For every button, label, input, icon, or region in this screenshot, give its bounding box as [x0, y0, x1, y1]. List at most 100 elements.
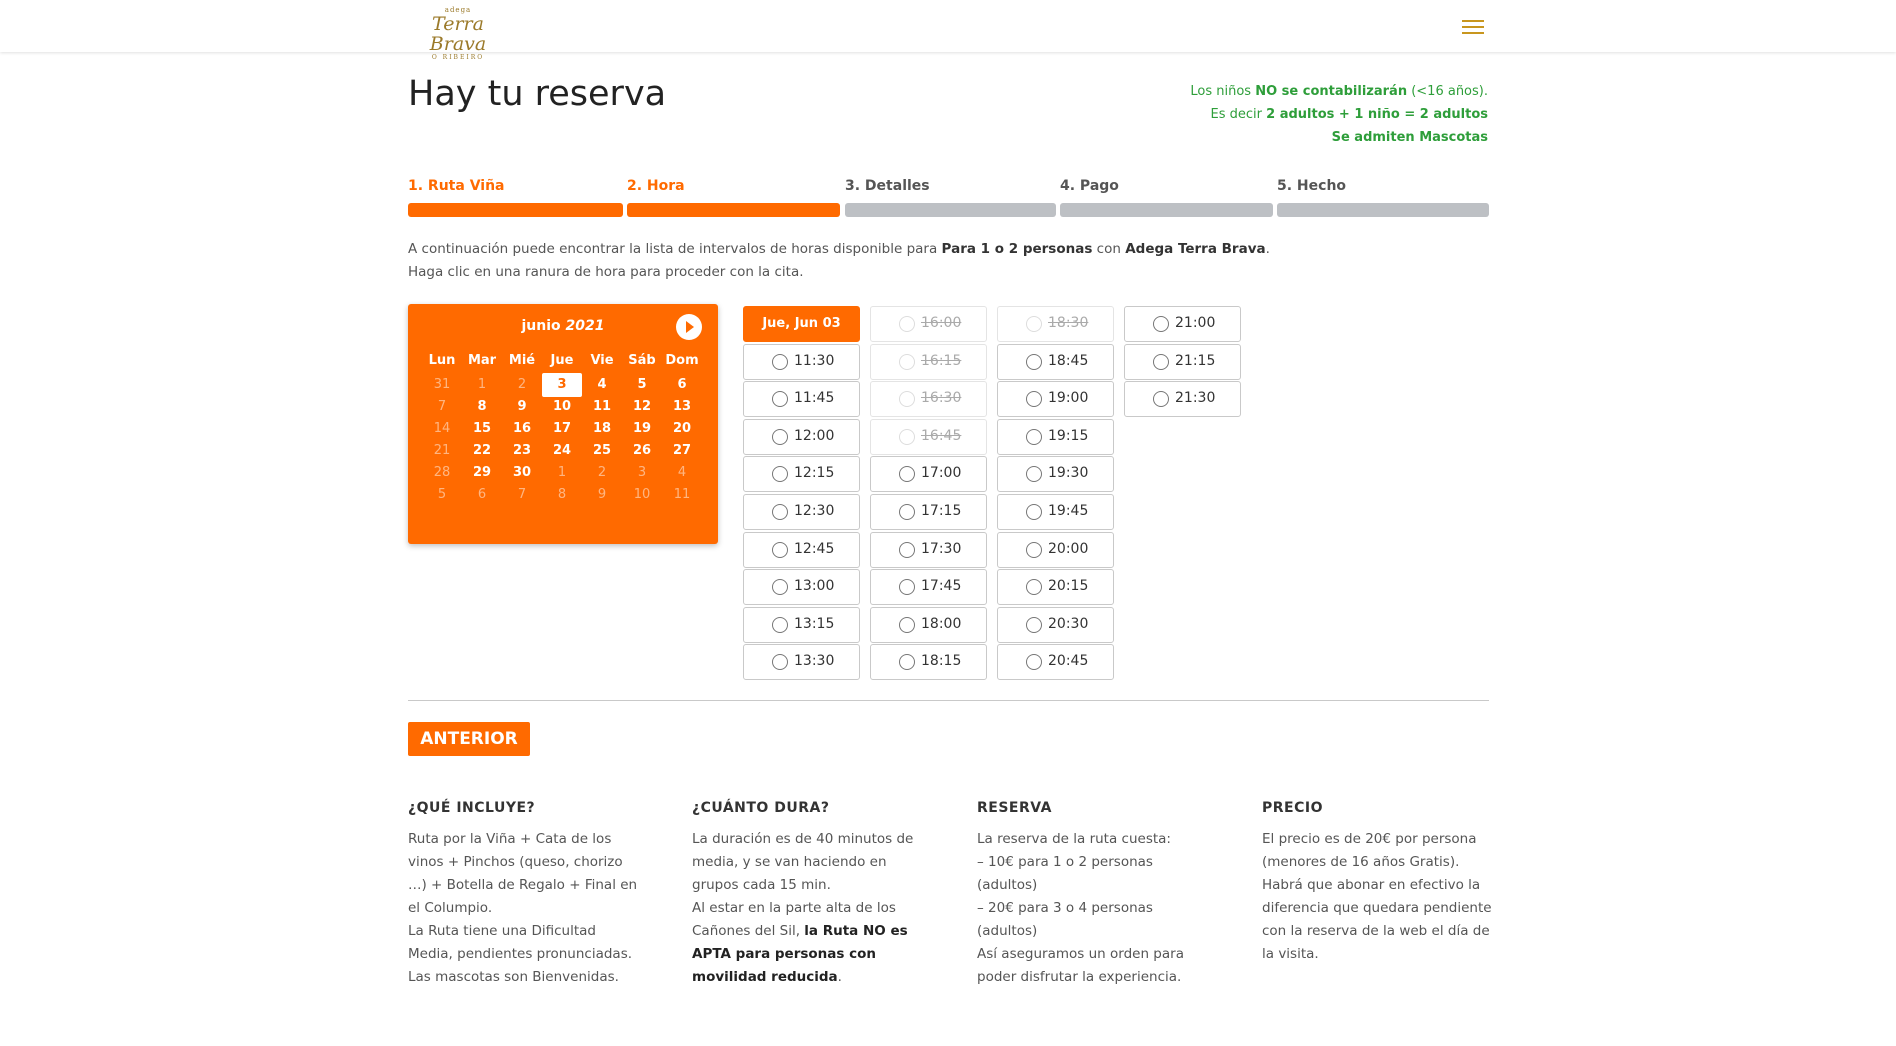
calendar-day[interactable]: 24 [542, 440, 582, 462]
time-slot-1845[interactable]: 18:45 [997, 343, 1114, 380]
next-month-icon[interactable] [676, 314, 702, 340]
time-slot-1130[interactable]: 11:30 [743, 343, 860, 380]
logo-main-text: Terra Brava [429, 13, 487, 55]
info-line: (menores de 16 años Gratis). [1262, 854, 1460, 870]
calendar-day[interactable]: 20 [662, 418, 702, 440]
info-line: La duración es de 40 minutos de [692, 831, 914, 847]
calendar-day[interactable]: 30 [502, 462, 542, 484]
time-slot-2045[interactable]: 20:45 [997, 644, 1114, 681]
calendar-day[interactable]: 13 [662, 396, 702, 418]
calendar-day[interactable]: 8 [462, 396, 502, 418]
time-slot-1145[interactable]: 11:45 [743, 381, 860, 418]
calendar-day: 10 [633, 487, 651, 502]
slot-time: 19:15 [1048, 427, 1089, 444]
previous-button[interactable]: ANTERIOR [408, 722, 530, 756]
time-slot-1330[interactable]: 13:30 [743, 644, 860, 681]
hamburger-menu-icon[interactable] [1462, 16, 1484, 34]
pets-notice: Se admiten Mascotas [1331, 130, 1488, 145]
calendar-day[interactable]: 23 [502, 440, 542, 462]
radio-icon [772, 579, 788, 596]
radio-icon [1026, 391, 1042, 408]
radio-icon [772, 466, 788, 483]
time-slot-2030[interactable]: 20:30 [997, 606, 1114, 643]
info-reserva: RESERVA La reserva de la ruta cuesta: – 1… [977, 800, 1207, 989]
calendar-day[interactable]: 19 [622, 418, 662, 440]
slot-time: 17:30 [921, 540, 962, 557]
time-slot-2015[interactable]: 20:15 [997, 569, 1114, 606]
time-slot-1715[interactable]: 17:15 [870, 494, 987, 530]
calendar-day[interactable]: 15 [462, 418, 502, 440]
site-logo[interactable]: adega Terra Brava O RIBEIRO [412, 6, 504, 61]
info-line: diferencia que quedara pendiente [1262, 900, 1492, 916]
radio-icon [772, 616, 788, 633]
calendar-day[interactable]: 6 [662, 374, 702, 396]
time-slot-1945[interactable]: 19:45 [997, 494, 1114, 530]
time-slot-1730[interactable]: 17:30 [870, 531, 987, 568]
notice-text: Los niños [1190, 84, 1256, 99]
calendar-grid: Lun Mar Mié Jue Vie Sáb Dom 31 1 2 3 4 5 6 7 8 9 10 11 12 13… [422, 348, 704, 506]
calendar-day[interactable]: 29 [462, 462, 502, 484]
radio-icon [899, 391, 915, 408]
calendar-day[interactable]: 5 [622, 374, 662, 396]
radio-icon [899, 616, 915, 633]
time-slot-1915[interactable]: 19:15 [997, 418, 1114, 455]
calendar-day[interactable]: 25 [582, 440, 622, 462]
radio-icon [772, 353, 788, 370]
calendar-day[interactable]: 12 [622, 396, 662, 418]
time-slot-1800[interactable]: 18:00 [870, 606, 987, 643]
calendar-day[interactable]: 22 [462, 440, 502, 462]
radio-icon [899, 428, 915, 445]
time-slot-2000[interactable]: 20:00 [997, 531, 1114, 568]
calendar-day[interactable]: 16 [502, 418, 542, 440]
time-slot-1745[interactable]: 17:45 [870, 569, 987, 606]
time-slot-1700[interactable]: 17:00 [870, 456, 987, 493]
time-slot-1215[interactable]: 12:15 [743, 456, 860, 493]
calendar-day[interactable]: 9 [502, 396, 542, 418]
time-slot-1315[interactable]: 13:15 [743, 606, 860, 643]
calendar-day[interactable]: 17 [542, 418, 582, 440]
time-slot-1245[interactable]: 12:45 [743, 531, 860, 568]
time-slot-1200[interactable]: 12:00 [743, 418, 860, 455]
time-slot-2115[interactable]: 21:15 [1124, 343, 1241, 380]
calendar-day: 2 [517, 377, 527, 392]
time-slot-1645: 16:45 [870, 418, 987, 455]
time-slot-2130[interactable]: 21:30 [1124, 381, 1241, 418]
info-incluye: ¿QUÉ INCLUYE? Ruta por la Viña + Cata de… [408, 800, 638, 989]
time-slot-1630: 16:30 [870, 381, 987, 418]
intro-line: A continuación puede encontrar la lista … [408, 241, 942, 257]
info-text: La duración es de 40 minutos de media, y… [692, 828, 922, 989]
step-label: 5. Hecho [1277, 178, 1347, 194]
weekday-label: Mar [467, 353, 497, 368]
slot-time: 20:15 [1048, 578, 1089, 595]
info-text: La reserva de la ruta cuesta: – 10€ para … [977, 828, 1207, 989]
calendar-day: 1 [477, 377, 487, 392]
page-title: Hay tu reserva [408, 74, 667, 114]
calendar-day[interactable]: 26 [622, 440, 662, 462]
time-slot-1230[interactable]: 12:30 [743, 494, 860, 530]
info-line: La reserva de la ruta cuesta: [977, 831, 1171, 847]
calendar-day[interactable]: 10 [542, 396, 582, 418]
slot-time: 16:00 [921, 315, 962, 331]
notice-text: Es decir [1210, 107, 1267, 122]
time-slot-1900[interactable]: 19:00 [997, 381, 1114, 418]
calendar-day: 28 [433, 465, 451, 480]
slot-time: 21:15 [1175, 352, 1216, 369]
slot-time: 12:00 [794, 427, 835, 444]
calendar-day: 8 [557, 487, 567, 502]
calendar-day[interactable]: 11 [582, 396, 622, 418]
calendar-day: 11 [673, 487, 691, 502]
time-slot-1300[interactable]: 13:00 [743, 569, 860, 606]
time-slot-1930[interactable]: 19:30 [997, 456, 1114, 493]
calendar-day[interactable]: 4 [582, 374, 622, 396]
step-detalles: 3. Detalles [845, 176, 1056, 220]
calendar-day-selected[interactable]: 3 [542, 373, 582, 397]
calendar-day[interactable]: 27 [662, 440, 702, 462]
section-divider [408, 700, 1489, 701]
time-slot-1815[interactable]: 18:15 [870, 644, 987, 681]
weekday-label: Mié [508, 353, 536, 368]
slot-time: 12:15 [794, 465, 835, 482]
slot-time: 13:15 [794, 615, 835, 632]
slot-time: 19:00 [1048, 390, 1089, 407]
calendar-day[interactable]: 18 [582, 418, 622, 440]
time-slot-2100[interactable]: 21:00 [1124, 306, 1241, 342]
